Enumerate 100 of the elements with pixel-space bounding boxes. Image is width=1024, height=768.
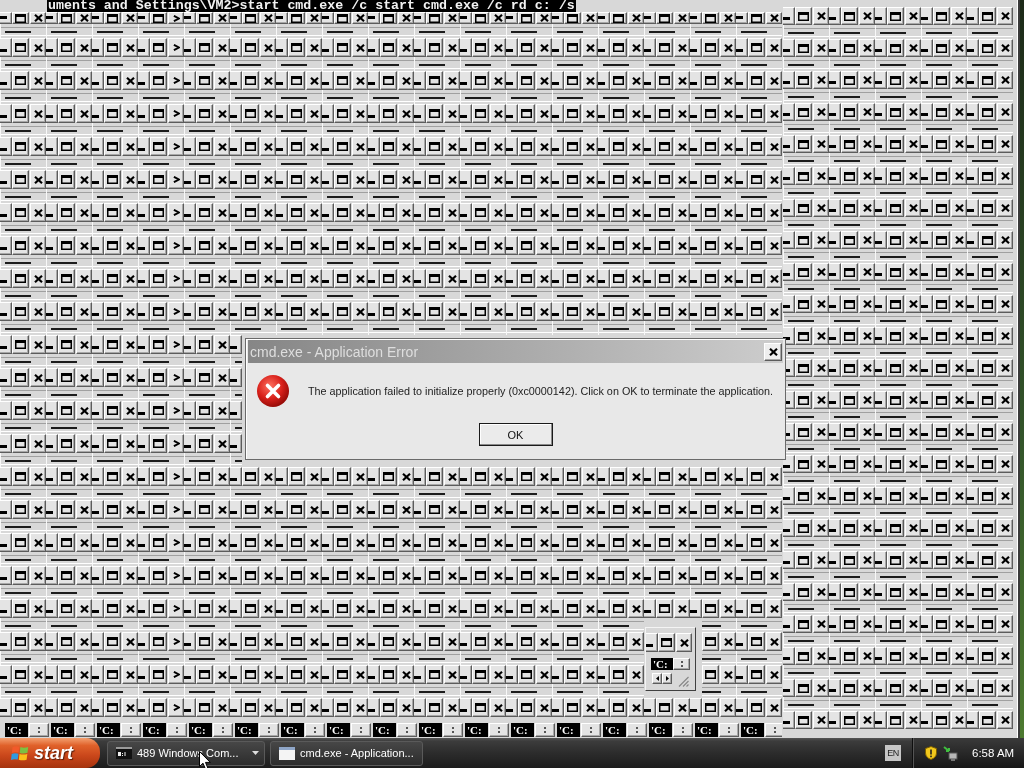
title-bar-button[interactable] bbox=[168, 698, 184, 717]
window-title: 'C: bbox=[143, 723, 166, 737]
window-button[interactable] bbox=[673, 658, 690, 670]
chevron-icon bbox=[172, 407, 180, 414]
scroll-left-button[interactable] bbox=[652, 673, 662, 684]
caret-icon bbox=[252, 751, 259, 755]
window-title: 'C: bbox=[5, 723, 28, 737]
window-button[interactable] bbox=[167, 723, 187, 737]
window-title: 'C: bbox=[189, 723, 212, 737]
left-arrow-icon bbox=[655, 676, 659, 681]
window-button[interactable] bbox=[351, 723, 371, 737]
title-bar-button[interactable] bbox=[168, 71, 184, 90]
window-button[interactable] bbox=[213, 723, 233, 737]
chevron-icon bbox=[172, 605, 180, 612]
window-button[interactable] bbox=[581, 723, 601, 737]
language-indicator[interactable]: EN bbox=[885, 745, 901, 761]
chevron-icon bbox=[172, 440, 180, 447]
windows-flag-icon bbox=[11, 744, 29, 762]
window-button[interactable] bbox=[259, 723, 279, 737]
window-title: 'C: bbox=[281, 723, 304, 737]
window-title: 'C: bbox=[373, 723, 396, 737]
title-bar-button[interactable] bbox=[168, 566, 184, 585]
title-bar-button[interactable] bbox=[168, 38, 184, 57]
title-bar-button[interactable] bbox=[168, 335, 184, 354]
title-bar-button[interactable] bbox=[168, 434, 184, 453]
window-title: 'C: bbox=[651, 658, 673, 670]
title-bar-button[interactable] bbox=[168, 137, 184, 156]
title-bar-button[interactable] bbox=[168, 269, 184, 288]
title-bar-button[interactable] bbox=[168, 533, 184, 552]
chevron-icon bbox=[172, 341, 180, 348]
window-button[interactable] bbox=[29, 723, 49, 737]
window-icon bbox=[279, 746, 295, 760]
clock: 6:58 AM bbox=[972, 747, 1015, 759]
window-button[interactable] bbox=[305, 723, 325, 737]
window-title: 'C: bbox=[741, 723, 764, 737]
network-icon bbox=[943, 745, 958, 761]
chevron-icon bbox=[172, 143, 180, 150]
scroll-right-button[interactable] bbox=[662, 673, 672, 684]
title-bar-button[interactable] bbox=[168, 203, 184, 222]
chevron-icon bbox=[172, 671, 180, 678]
chevron-icon bbox=[172, 176, 180, 183]
title-bar-button[interactable] bbox=[168, 302, 184, 321]
chevron-icon bbox=[172, 44, 180, 51]
window-title: 'C: bbox=[695, 723, 718, 737]
window-title: 'C: bbox=[327, 723, 350, 737]
chevron-icon bbox=[172, 14, 180, 22]
title-bar-button[interactable] bbox=[168, 599, 184, 618]
window-button[interactable] bbox=[765, 723, 785, 737]
title-bar-button[interactable] bbox=[168, 170, 184, 189]
chevron-icon bbox=[172, 572, 180, 579]
chevron-icon bbox=[172, 506, 180, 513]
title-bar-button[interactable] bbox=[168, 632, 184, 651]
window-title: 'C: bbox=[557, 723, 580, 737]
window-title: 'C: bbox=[465, 723, 488, 737]
title-bar-button[interactable] bbox=[168, 368, 184, 387]
window-title: 'C: bbox=[97, 723, 120, 737]
ok-button[interactable]: OK bbox=[478, 423, 553, 446]
shield-icon bbox=[925, 746, 937, 760]
chevron-icon bbox=[172, 539, 180, 546]
window-button[interactable] bbox=[443, 723, 463, 737]
chevron-icon bbox=[172, 704, 180, 711]
dots-icon bbox=[680, 661, 683, 667]
window-title: 'C: bbox=[419, 723, 442, 737]
title-bar-button[interactable] bbox=[168, 104, 184, 123]
window-title: 'C: bbox=[603, 723, 626, 737]
chevron-icon bbox=[172, 242, 180, 249]
title-bar-button[interactable] bbox=[168, 12, 184, 24]
chevron-icon bbox=[172, 308, 180, 315]
title-bar-button[interactable] bbox=[168, 236, 184, 255]
resize-grip-icon bbox=[678, 676, 689, 687]
title-bar-button[interactable] bbox=[168, 500, 184, 519]
chevron-icon bbox=[172, 638, 180, 645]
window-button[interactable] bbox=[397, 723, 417, 737]
error-icon bbox=[257, 375, 289, 407]
window-button[interactable] bbox=[719, 723, 739, 737]
window-button[interactable] bbox=[75, 723, 95, 737]
window-button[interactable] bbox=[535, 723, 555, 737]
title-bar-button[interactable] bbox=[168, 401, 184, 420]
window-button[interactable] bbox=[673, 723, 693, 737]
error-message: The application failed to initialize properly (0xc0000142). Click on OK to terminate the application. bbox=[308, 385, 774, 397]
right-arrow-icon bbox=[665, 676, 669, 681]
command-line-text: uments and Settings\VM2>start cmd.exe /c start cmd.exe /c rd c: /s bbox=[47, 0, 576, 12]
console-icon bbox=[116, 747, 132, 759]
chevron-icon bbox=[172, 110, 180, 117]
window-title: 'C: bbox=[235, 723, 258, 737]
window-title: 'C: bbox=[649, 723, 672, 737]
taskbar-button[interactable]: cmd.exe - Application... bbox=[270, 740, 423, 766]
dialog-title: cmd.exe - Application Error bbox=[250, 343, 419, 360]
start-button[interactable]: start bbox=[0, 738, 100, 768]
title-bar-button[interactable] bbox=[168, 467, 184, 486]
window-button[interactable] bbox=[121, 723, 141, 737]
chevron-icon bbox=[172, 374, 180, 381]
chevron-icon bbox=[172, 275, 180, 282]
window-button[interactable] bbox=[627, 723, 647, 737]
window-title: 'C: bbox=[511, 723, 534, 737]
chevron-icon bbox=[172, 209, 180, 216]
chevron-icon bbox=[172, 77, 180, 84]
chevron-icon bbox=[172, 473, 180, 480]
window-button[interactable] bbox=[489, 723, 509, 737]
title-bar-button[interactable] bbox=[168, 665, 184, 684]
